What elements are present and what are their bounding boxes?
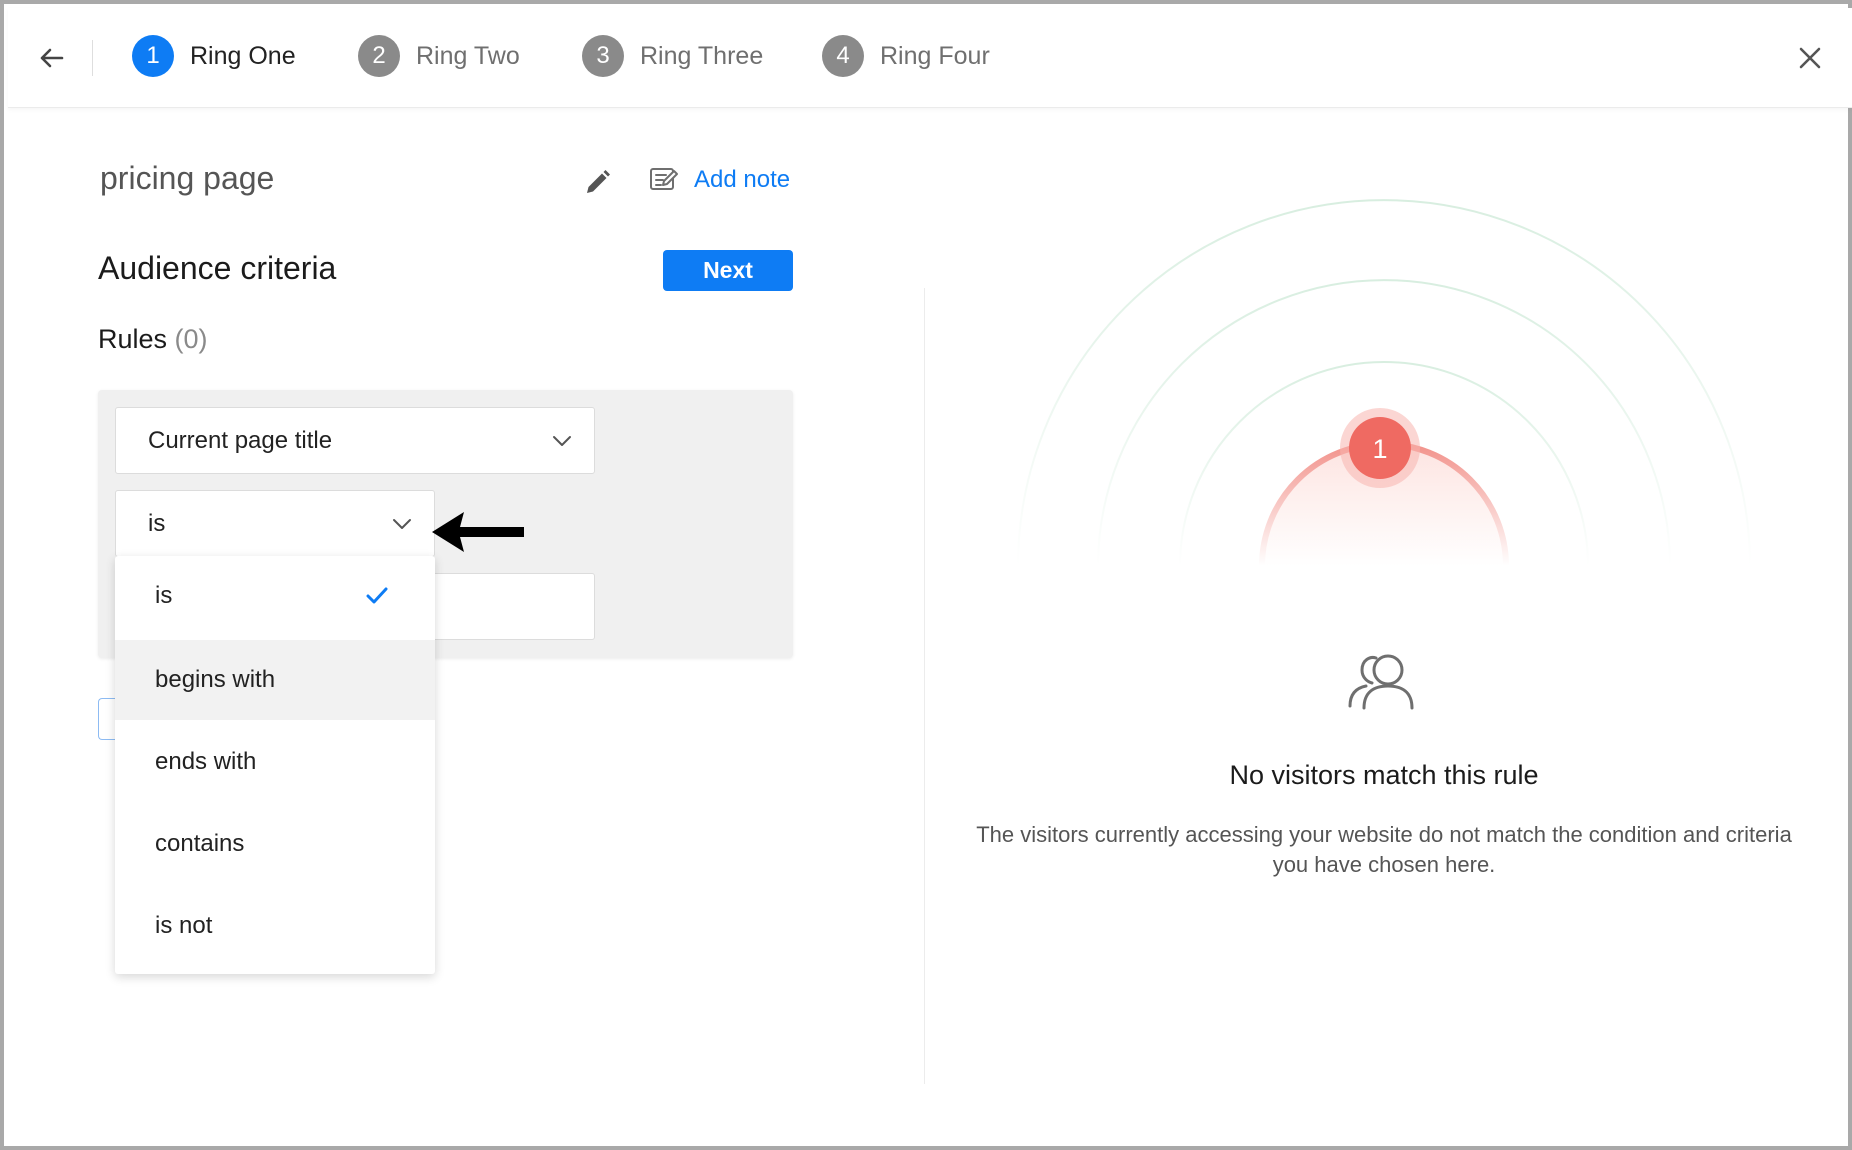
empty-desc-line: you have chosen here. [1272,852,1496,877]
step-label: Ring One [190,41,296,70]
option-label: contains [155,830,245,857]
header-divider [92,40,93,76]
option-label: begins with [155,666,276,693]
ring-badge: 1 [1372,434,1387,464]
dropdown-option-begins-with[interactable]: begins with [115,640,435,720]
rules-label: Rules [98,324,168,354]
note-icon [650,168,678,190]
dropdown-option-is[interactable]: is [115,556,435,636]
back-arrow-icon[interactable] [32,38,72,78]
field-select-value: Current page title [148,426,333,454]
empty-state-title: No visitors match this rule [1229,760,1539,790]
check-icon [366,587,388,604]
section-title: Audience criteria [98,250,337,286]
pencil-icon[interactable] [582,168,612,198]
dropdown-option-ends-with[interactable]: ends with [115,722,435,802]
operator-select[interactable]: is [115,490,435,557]
operator-dropdown: is begins with ends with contains is not [115,556,435,974]
empty-desc-line: The visitors currently accessing your we… [976,822,1792,847]
rules-count: (0) [174,324,208,354]
step-ring-one[interactable]: 1 Ring One [132,32,296,80]
dropdown-option-contains[interactable]: contains [115,804,435,884]
add-note-label: Add note [694,166,791,193]
app-window: 1 Ring One 2 Ring Two 3 Ring Three 4 Rin… [0,0,1852,1150]
add-note-button[interactable]: Add note [648,164,790,196]
rules-heading: Rules (0) [98,324,208,355]
step-ring-four[interactable]: 4 Ring Four [822,32,990,80]
step-number: 2 [358,35,400,77]
rule-name: pricing page [100,160,275,196]
close-icon[interactable] [1788,36,1832,80]
step-label: Ring Three [640,41,764,70]
step-label: Ring Four [880,41,990,70]
step-number: 3 [582,35,624,77]
next-button[interactable]: Next [663,250,793,291]
step-ring-three[interactable]: 3 Ring Three [582,32,763,80]
dropdown-option-is-not[interactable]: is not [115,886,435,966]
option-label: ends with [155,748,257,775]
users-icon [1348,654,1414,710]
step-number: 1 [132,35,174,77]
step-number: 4 [822,35,864,77]
pointer-arrow-icon [432,512,524,552]
step-ring-two[interactable]: 2 Ring Two [358,32,520,80]
chevron-down-icon [553,435,571,446]
operator-select-value: is [148,509,166,537]
panel-divider [924,288,925,1084]
field-select[interactable]: Current page title [115,407,595,474]
step-label: Ring Two [416,41,520,70]
wizard-header: 1 Ring One 2 Ring Two 3 Ring Three 4 Rin… [8,8,1852,108]
chevron-down-icon [393,518,411,529]
option-label: is not [155,912,213,939]
audience-rings-illustration: 1 [1017,199,1751,567]
empty-state-description: The visitors currently accessing your we… [934,820,1834,880]
option-label: is [155,582,173,609]
